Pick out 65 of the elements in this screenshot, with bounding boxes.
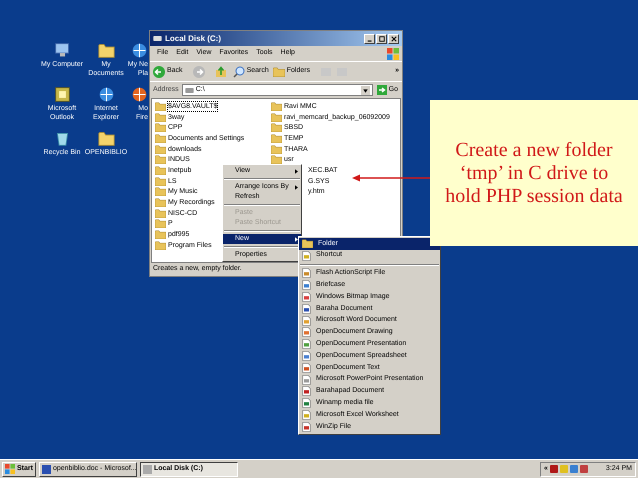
- windows-logo: [5, 464, 15, 474]
- folder-icon: [155, 230, 166, 240]
- file-icon: [302, 339, 311, 350]
- monitor-icon: [54, 42, 70, 59]
- folder-icon: [155, 219, 166, 228]
- maximize-button[interactable]: [376, 34, 387, 44]
- forward-icon[interactable]: [192, 66, 205, 78]
- folder-icon: [155, 144, 166, 154]
- file-icon: [302, 398, 311, 408]
- file-icon: [302, 374, 311, 385]
- globe-icon: [98, 86, 114, 103]
- search-icon: [232, 66, 245, 78]
- up-folder-icon[interactable]: [214, 66, 227, 78]
- file-icon: [302, 386, 311, 396]
- drive-icon: [142, 464, 152, 474]
- file-icon: [302, 292, 311, 302]
- globe-icon: [131, 86, 148, 103]
- drive-icon: [153, 36, 162, 41]
- file-icon: [302, 304, 311, 314]
- file-icon: [302, 316, 311, 326]
- window-title: Local Disk (C:): [165, 32, 222, 44]
- folder-icon: [155, 187, 166, 196]
- folder-icon: [155, 112, 166, 122]
- folder-icon: [155, 166, 166, 175]
- minimize-button[interactable]: [364, 34, 375, 44]
- folder-icon: [98, 42, 114, 59]
- file-icon: [302, 422, 311, 432]
- folder-icon: [271, 134, 282, 143]
- folder-icon: [155, 155, 166, 164]
- folder-icon: [98, 130, 114, 147]
- document-icon: [42, 464, 51, 474]
- callout-text: Create a new folder ‘tmp’ in C drive to hold PHP session data: [445, 138, 623, 208]
- folder-icon: [155, 102, 166, 111]
- file-icon: [302, 250, 311, 261]
- folder-icon: [155, 198, 166, 208]
- drive-icon: [184, 88, 194, 92]
- submenu-arrow-icon: [295, 184, 298, 190]
- go-arrow-icon: [376, 85, 387, 95]
- submenu-arrow-icon: [295, 168, 298, 174]
- folder-icon: [272, 66, 285, 76]
- dropdown-icon[interactable]: [360, 86, 370, 94]
- file-icon: [302, 268, 311, 278]
- folder-icon: [155, 208, 166, 218]
- windows-logo: [387, 48, 399, 60]
- folder-icon: [271, 155, 282, 164]
- folder-icon: [302, 239, 313, 248]
- folder-icon: [271, 144, 282, 154]
- file-icon: [302, 327, 311, 338]
- file-icon: [302, 280, 311, 290]
- folder-icon: [155, 240, 166, 250]
- close-button[interactable]: [388, 34, 399, 44]
- app-icon: [54, 86, 70, 103]
- close-icon: [390, 36, 396, 42]
- folder-icon: [155, 176, 166, 186]
- file-icon: [302, 362, 311, 373]
- folder-icon: [271, 102, 282, 111]
- file-icon: [302, 351, 311, 362]
- folder-icon: [155, 123, 166, 132]
- maximize-icon: [378, 36, 384, 42]
- file-icon: [302, 410, 311, 420]
- globe-icon: [131, 42, 148, 59]
- folder-icon: [271, 112, 282, 122]
- folder-icon: [155, 134, 166, 143]
- folder-icon: [271, 123, 282, 132]
- back-arrow-icon: [153, 66, 165, 78]
